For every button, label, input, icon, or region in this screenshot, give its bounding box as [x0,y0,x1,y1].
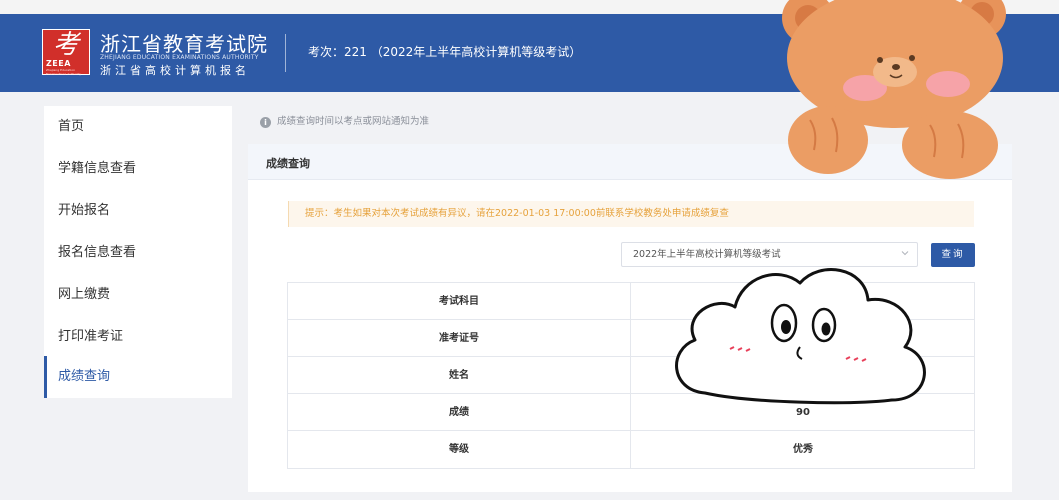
logo-glyph: 考 [52,30,79,60]
logo: 考 ZEEA Zhejiang Education Examinations A… [42,29,90,76]
table-key-cell: 姓名 [288,357,631,394]
review-tip: 提示：考生如果对本次考试成绩有异议，请在2022-01-03 17:00:00前… [288,201,974,227]
table-key-cell: 准考证号 [288,320,631,357]
sidebar-item-home[interactable]: 首页 [44,106,232,148]
cloud-pupil-right [821,322,831,336]
bear-paw-right [902,111,998,179]
panel-title: 成绩查询 [266,157,310,170]
table-key-cell: 考试科目 [288,283,631,320]
sidebar: 首页 学籍信息查看 开始报名 报名信息查看 网上缴费 打印准考证 成绩查询 [44,106,232,398]
sidebar-item-start-registration[interactable]: 开始报名 [44,190,232,232]
notice-text: 成绩查询时间以考点或网站通知为准 [277,116,430,127]
notice: i 成绩查询时间以考点或网站通知为准 [260,113,429,128]
org-subtitle: 浙江省高校计算机报名 [100,64,250,77]
info-icon: i [260,117,271,128]
sidebar-item-registration-info[interactable]: 报名信息查看 [44,232,232,274]
sidebar-item-score-query[interactable]: 成绩查询 [44,356,232,398]
sidebar-item-online-payment[interactable]: 网上缴费 [44,274,232,316]
bear-eye-left [877,57,883,63]
bear-blush-right [926,71,970,97]
logo-abbr: ZEEA [46,59,71,68]
table-key-cell: 等级 [288,431,631,468]
header-divider [285,34,286,72]
exam-session-info: 考次：221 （2022年上半年高校计算机等级考试） [308,45,582,59]
org-english-name: ZHEJIANG EDUCATION EXAMINATIONS AUTHORIT… [100,54,259,61]
bear-eye-right [909,55,915,61]
sidebar-item-student-status[interactable]: 学籍信息查看 [44,148,232,190]
table-row: 等级 优秀 [288,431,974,468]
logo-tiny-text: Zhejiang Education Examinations Authorit… [46,68,82,76]
table-value-cell: 优秀 [793,444,813,455]
cloud-sticker [675,268,926,405]
cloud-pupil-left [781,320,791,334]
bear-paw-left [788,106,868,174]
cloud-body [675,268,926,405]
bear-nose [892,64,900,70]
sidebar-item-print-admission-ticket[interactable]: 打印准考证 [44,316,232,358]
table-key-cell: 成绩 [288,394,631,431]
bear-sticker [782,0,1006,179]
org-title: 浙江省教育考试院 [100,32,268,56]
